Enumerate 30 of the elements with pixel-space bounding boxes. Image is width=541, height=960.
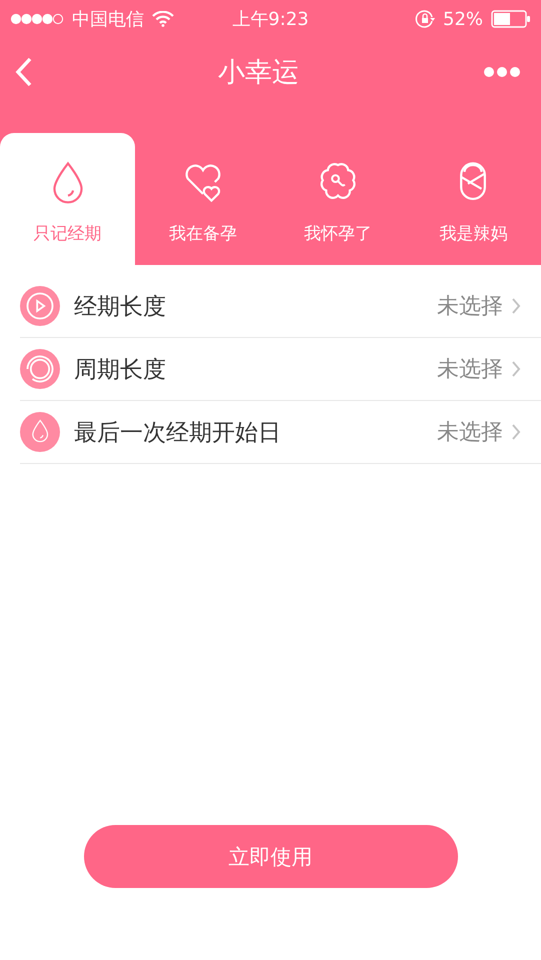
start-button[interactable]: 立即使用 xyxy=(84,825,458,888)
back-icon[interactable] xyxy=(14,56,34,88)
battery-percent: 52% xyxy=(443,8,484,30)
signal-icon xyxy=(10,13,64,25)
clock-time: 上午9:23 xyxy=(232,8,309,31)
wifi-icon xyxy=(152,11,174,27)
chevron-icon xyxy=(511,360,521,378)
chevron-icon xyxy=(511,297,521,315)
rotation-lock-icon xyxy=(415,9,435,29)
setting-label: 最后一次经期开始日 xyxy=(74,418,282,448)
mode-tab[interactable]: 只记经期 xyxy=(0,133,136,265)
mode-tab[interactable]: 我怀孕了 xyxy=(270,133,406,265)
more-icon[interactable] xyxy=(483,66,521,78)
ring-icon xyxy=(20,349,60,389)
setting-row[interactable]: 经期长度 未选择 xyxy=(20,275,541,338)
chevron-icon xyxy=(511,423,521,441)
play-icon xyxy=(20,286,60,326)
battery-icon xyxy=(491,10,532,28)
carrier-name: 中国电信 xyxy=(72,8,144,31)
setting-label: 经期长度 xyxy=(74,292,167,322)
setting-value: 未选择 xyxy=(437,419,503,447)
page-title: 小幸运 xyxy=(218,56,299,90)
setting-label: 周期长度 xyxy=(74,356,167,384)
setting-row[interactable]: 最后一次经期开始日 未选择 xyxy=(20,401,541,464)
setting-row[interactable]: 周期长度 未选择 xyxy=(20,338,541,401)
mode-tab[interactable]: 我在备孕 xyxy=(135,133,270,265)
drop-icon xyxy=(20,412,60,452)
setting-value: 未选择 xyxy=(437,293,503,321)
setting-value: 未选择 xyxy=(437,356,503,384)
mode-tab[interactable]: 我是辣妈 xyxy=(406,133,541,265)
